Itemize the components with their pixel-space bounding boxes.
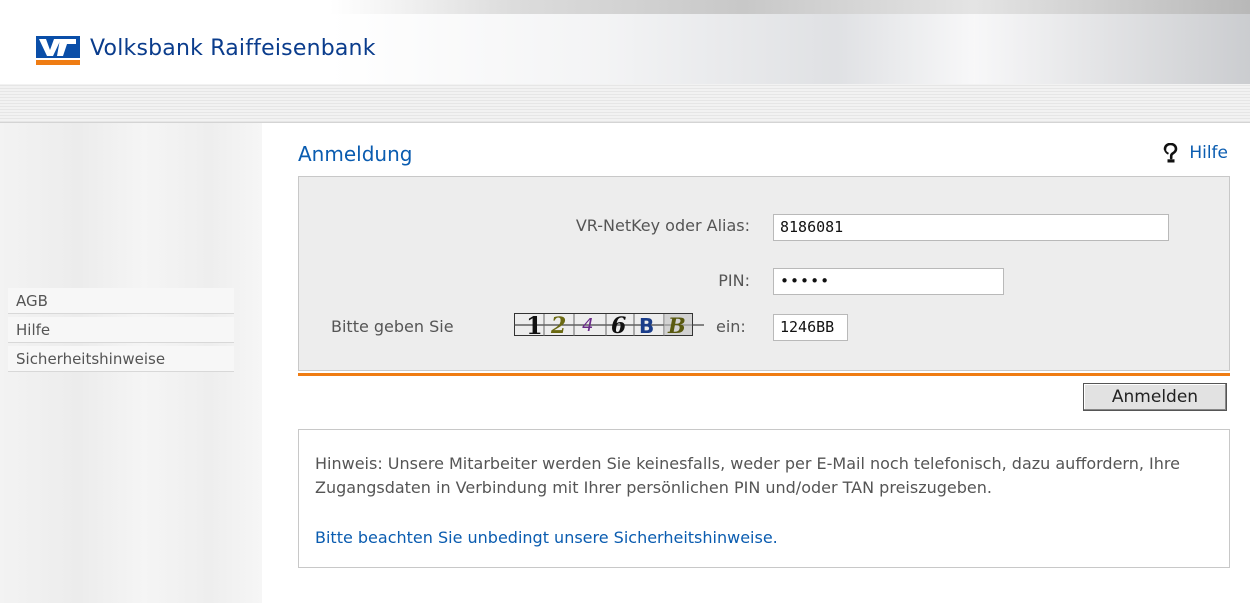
svg-text:2: 2 [550,313,566,339]
sidebar-item-hilfe[interactable]: Hilfe [8,317,234,343]
bank-name: Volksbank Raiffeisenbank [90,36,376,61]
netkey-label: VR-NetKey oder Alias: [575,216,750,235]
sidebar: AGB Hilfe Sicherheitshinweise [0,123,262,603]
netkey-input[interactable]: 8186081 [773,214,1169,241]
svg-text:4: 4 [582,315,593,336]
sidebar-item-agb[interactable]: AGB [8,288,234,314]
help-link-label: Hilfe [1189,143,1228,163]
header-divider-bar [0,84,1250,123]
svg-text:B: B [639,314,654,338]
page-title: Anmeldung [298,142,413,166]
captcha-prompt-label: Bitte geben Sie [331,317,454,336]
svg-text:B: B [667,313,686,338]
svg-text:1: 1 [526,311,543,339]
help-link[interactable]: Hilfe [1161,143,1228,163]
orange-divider [298,373,1230,376]
sidebar-item-sicherheitshinweise[interactable]: Sicherheitshinweise [8,346,234,372]
help-question-icon [1164,143,1178,163]
pin-input[interactable]: ••••• [773,268,1004,295]
captcha-input[interactable]: 1246BB [773,314,848,341]
header: Volksbank Raiffeisenbank [0,0,1250,84]
pin-label: PIN: [718,271,750,290]
login-button[interactable]: Anmelden [1083,383,1227,411]
login-form-panel [298,176,1230,371]
svg-text:6: 6 [611,313,626,339]
security-notice-box: Hinweis: Unsere Mitarbeiter werden Sie k… [298,429,1230,568]
vr-bank-logo-icon [36,36,80,65]
security-notice-text: Hinweis: Unsere Mitarbeiter werden Sie k… [315,454,1180,497]
captcha-image: 1 2 4 6 B B [514,311,704,339]
captcha-suffix-label: ein: [716,317,746,336]
security-notice-link[interactable]: Bitte beachten Sie unbedingt unsere Sich… [315,528,778,547]
header-banner-image [330,0,1250,84]
